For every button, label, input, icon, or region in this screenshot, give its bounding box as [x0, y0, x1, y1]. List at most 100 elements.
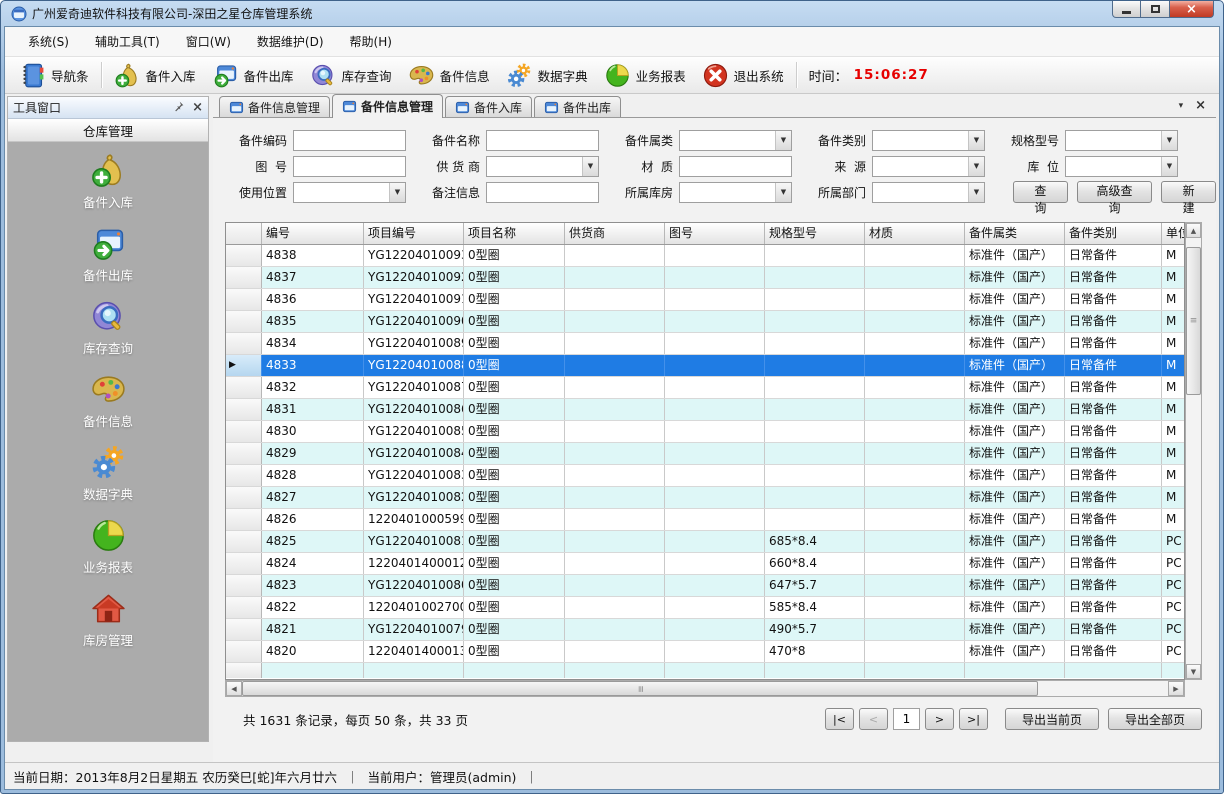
table-row[interactable]: 4838YG122040100930型圈标准件（国产）日常备件M — [226, 245, 1184, 267]
chevron-down-icon[interactable]: ▾ — [1179, 101, 1184, 111]
sidebar-item-2[interactable]: 备件出库 — [8, 225, 208, 284]
chevron-down-icon[interactable]: ▼ — [389, 183, 405, 202]
search-input[interactable] — [293, 130, 406, 151]
search-combobox[interactable]: ▼ — [872, 156, 985, 177]
chevron-down-icon[interactable]: ▼ — [582, 157, 598, 176]
page-number-input[interactable] — [893, 708, 920, 730]
search-input[interactable] — [293, 156, 406, 177]
sidebar-item-4[interactable]: 备件信息 — [8, 371, 208, 430]
row-selector[interactable] — [226, 377, 262, 398]
advanced-query-button[interactable]: 高级查询 — [1077, 181, 1153, 203]
search-combobox[interactable]: ▼ — [1065, 156, 1178, 177]
menu-item-3[interactable]: 窗口(W) — [173, 28, 244, 55]
grid-header-6[interactable]: 规格型号 — [765, 223, 865, 244]
chevron-down-icon[interactable]: ▼ — [968, 157, 984, 176]
table-row[interactable]: 482412204014000120型圈660*8.4标准件（国产）日常备件PC — [226, 553, 1184, 575]
row-selector[interactable] — [226, 311, 262, 332]
grid-header-1[interactable]: 编号 — [262, 223, 364, 244]
grid-header-10[interactable]: 单位 — [1162, 223, 1185, 244]
grid-header-selector[interactable] — [226, 223, 262, 244]
row-selector[interactable] — [226, 575, 262, 596]
grid-header-2[interactable]: 项目编号 — [364, 223, 464, 244]
row-selector[interactable] — [226, 553, 262, 574]
table-row[interactable]: 4828YG122040100830型圈标准件（国产）日常备件M — [226, 465, 1184, 487]
search-input[interactable] — [486, 182, 599, 203]
export-current-page-button[interactable]: 导出当前页 — [1005, 708, 1099, 730]
hscroll-track[interactable]: ≡ — [242, 681, 1168, 696]
hscroll-thumb[interactable]: ≡ — [242, 681, 1038, 696]
sidebar-item-7[interactable]: 库房管理 — [8, 590, 208, 649]
grid-header-9[interactable]: 备件类别 — [1065, 223, 1162, 244]
table-row[interactable]: 4830YG122040100850型圈标准件（国产）日常备件M — [226, 421, 1184, 443]
table-row[interactable]: 482612204010005990型圈标准件（国产）日常备件M — [226, 509, 1184, 531]
tab-3[interactable]: 备件入库 — [445, 96, 532, 117]
maximize-button[interactable] — [1141, 1, 1169, 18]
vertical-scrollbar[interactable]: ▲ ≡ ▼ — [1185, 222, 1202, 680]
new-button[interactable]: 新建 — [1161, 181, 1216, 203]
search-input[interactable] — [679, 156, 792, 177]
dock-close-icon[interactable]: × — [192, 101, 203, 114]
chevron-down-icon[interactable]: ▼ — [1161, 157, 1177, 176]
search-combobox[interactable]: ▼ — [679, 182, 792, 203]
toolbar-navbar-button[interactable]: 导航条 — [11, 59, 97, 92]
row-selector[interactable] — [226, 465, 262, 486]
toolbar-data-dict-button[interactable]: 数据字典 — [498, 59, 596, 92]
row-selector[interactable] — [226, 531, 262, 552]
grid-header-4[interactable]: 供货商 — [565, 223, 665, 244]
search-combobox[interactable]: ▼ — [679, 130, 792, 151]
query-button[interactable]: 查询 — [1013, 181, 1068, 203]
row-selector[interactable]: ▶ — [226, 355, 262, 376]
row-selector[interactable] — [226, 597, 262, 618]
search-combobox[interactable]: ▼ — [293, 182, 406, 203]
chevron-down-icon[interactable]: ▼ — [968, 131, 984, 150]
tab-4[interactable]: 备件出库 — [534, 96, 621, 117]
row-selector[interactable] — [226, 267, 262, 288]
table-row[interactable]: 4837YG122040100920型圈标准件（国产）日常备件M — [226, 267, 1184, 289]
table-row[interactable]: 4827YG122040100820型圈标准件（国产）日常备件M — [226, 487, 1184, 509]
chevron-down-icon[interactable]: ▼ — [775, 131, 791, 150]
toolbar-report-button[interactable]: 业务报表 — [596, 59, 694, 92]
toolbar-part-out-button[interactable]: 备件出库 — [204, 59, 302, 92]
sidebar-item-1[interactable]: 备件入库 — [8, 152, 208, 211]
row-selector[interactable] — [226, 509, 262, 530]
row-selector[interactable] — [226, 289, 262, 310]
table-row[interactable]: 4829YG122040100840型圈标准件（国产）日常备件M — [226, 443, 1184, 465]
first-page-button[interactable]: |< — [825, 708, 854, 730]
export-all-pages-button[interactable]: 导出全部页 — [1108, 708, 1202, 730]
search-combobox[interactable]: ▼ — [872, 130, 985, 151]
table-row[interactable]: 4836YG122040100910型圈标准件（国产）日常备件M — [226, 289, 1184, 311]
sidebar-item-3[interactable]: 库存查询 — [8, 298, 208, 357]
row-selector[interactable] — [226, 641, 262, 662]
menu-item-2[interactable]: 辅助工具(T) — [82, 28, 173, 55]
pin-icon[interactable] — [172, 100, 185, 116]
menu-item-5[interactable]: 帮助(H) — [337, 28, 405, 55]
vscroll-track[interactable]: ≡ — [1186, 238, 1201, 664]
table-row[interactable]: 4834YG122040100890型圈标准件（国产）日常备件M — [226, 333, 1184, 355]
table-row[interactable]: 4832YG122040100870型圈标准件（国产）日常备件M — [226, 377, 1184, 399]
table-row[interactable]: 482212204010027000型圈585*8.4标准件（国产）日常备件PC — [226, 597, 1184, 619]
search-input[interactable] — [486, 130, 599, 151]
grid-header-5[interactable]: 图号 — [665, 223, 765, 244]
row-selector[interactable] — [226, 619, 262, 640]
table-row[interactable]: 4835YG122040100900型圈标准件（国产）日常备件M — [226, 311, 1184, 333]
toolbar-stock-query-button[interactable]: 库存查询 — [302, 59, 400, 92]
next-page-button[interactable]: > — [925, 708, 954, 730]
search-combobox[interactable]: ▼ — [1065, 130, 1178, 151]
row-selector[interactable] — [226, 443, 262, 464]
row-selector[interactable] — [226, 487, 262, 508]
toolbar-part-in-button[interactable]: 备件入库 — [106, 59, 204, 92]
grid-header-7[interactable]: 材质 — [865, 223, 965, 244]
chevron-down-icon[interactable]: ▼ — [1161, 131, 1177, 150]
tab-close-icon[interactable]: × — [1195, 99, 1206, 112]
search-combobox[interactable]: ▼ — [486, 156, 599, 177]
menu-item-4[interactable]: 数据维护(D) — [244, 28, 337, 55]
table-row[interactable]: 4821YG122040100790型圈490*5.7标准件（国产）日常备件PC — [226, 619, 1184, 641]
close-button[interactable]: × — [1169, 1, 1214, 18]
row-selector[interactable] — [226, 245, 262, 266]
minimize-button[interactable] — [1112, 1, 1141, 18]
scroll-left-icon[interactable]: ◀ — [226, 681, 242, 696]
warehouse-group-header[interactable]: 仓库管理 — [8, 119, 208, 142]
scroll-down-icon[interactable]: ▼ — [1186, 664, 1201, 679]
chevron-down-icon[interactable]: ▼ — [968, 183, 984, 202]
horizontal-scrollbar[interactable]: ◀ ≡ ▶ — [225, 680, 1185, 697]
